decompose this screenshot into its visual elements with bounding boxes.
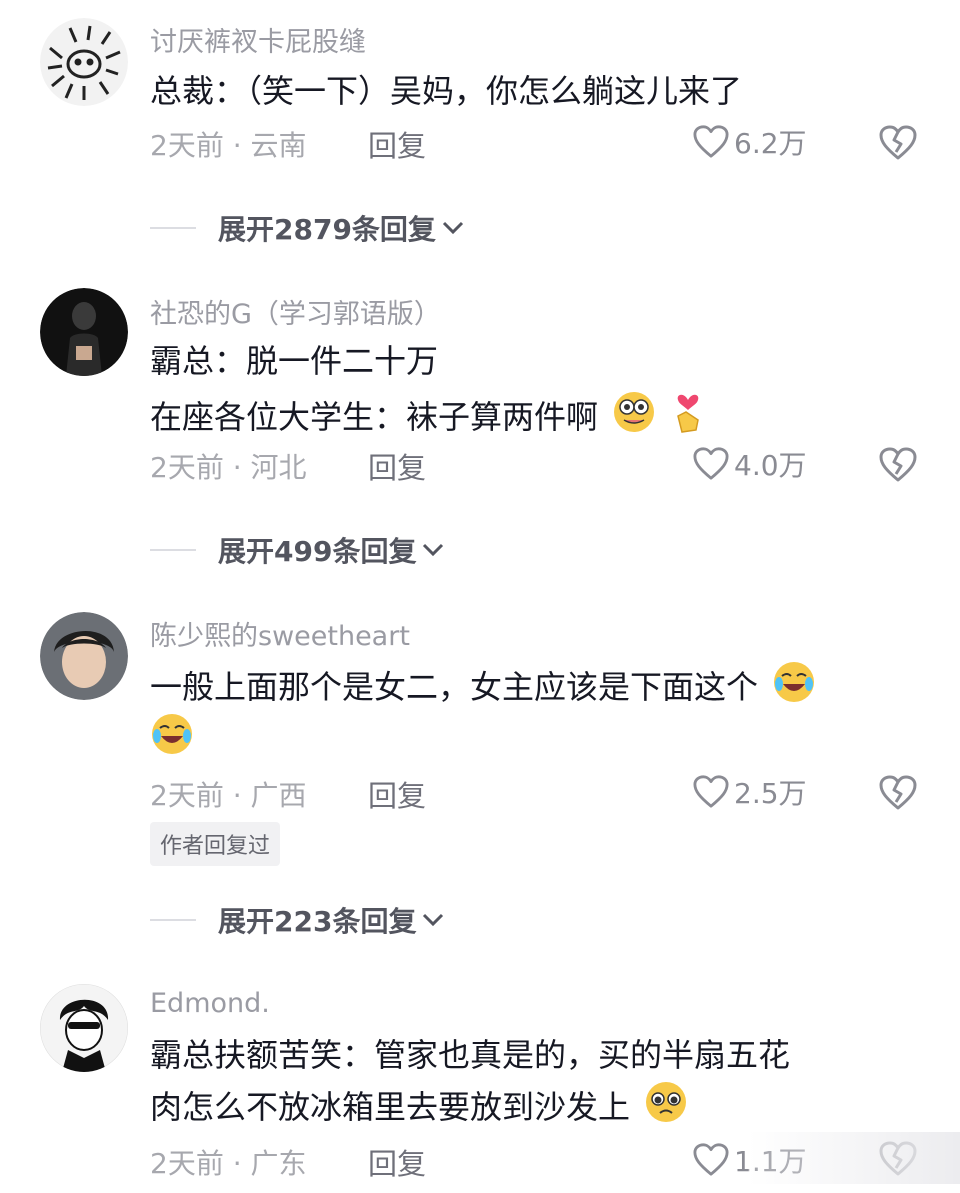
avatar[interactable] (40, 18, 128, 106)
comment-text: 霸总扶额苦笑：管家也真是的，买的半扇五花 (150, 1028, 790, 1082)
expand-replies-button[interactable]: 展开2879条回复 (150, 208, 464, 248)
comment-line: 在座各位大学生：袜子算两件啊 (150, 398, 599, 436)
silly-face-emoji-icon (614, 392, 655, 432)
chevron-down-icon (442, 221, 463, 235)
broken-heart-icon[interactable] (878, 774, 918, 812)
time-location: 2天前 · 河北 (150, 451, 307, 484)
time-location: 2天前 · 广西 (150, 779, 307, 812)
pleading-face-emoji-icon (646, 1082, 687, 1122)
heart-outline-icon (693, 775, 729, 808)
chevron-down-icon (423, 913, 444, 927)
expand-label: 展开499条回复 (218, 535, 417, 568)
broken-heart-icon[interactable] (878, 124, 918, 162)
divider-line (150, 227, 196, 229)
broken-heart-icon[interactable] (878, 446, 918, 484)
time-location: 2天前 · 云南 (150, 129, 307, 162)
finger-heart-emoji-icon (677, 394, 700, 433)
divider-line (150, 549, 196, 551)
username[interactable]: 社恐的G（学习郭语版） (150, 292, 441, 331)
reply-button[interactable]: 回复 (368, 773, 426, 815)
expand-label: 展开2879条回复 (218, 213, 436, 246)
comment-text-line-2: 肉怎么不放冰箱里去要放到沙发上 (150, 1080, 688, 1134)
comment-line: 肉怎么不放冰箱里去要放到沙发上 (150, 1088, 631, 1126)
comment-line: 总裁：（笑一下）吴妈，你怎么躺这儿来了 (150, 72, 743, 110)
heart-outline-icon (693, 125, 729, 158)
comment-text: 一般上面那个是女二，女主应该是下面这个 (150, 660, 816, 714)
avatar[interactable] (40, 288, 128, 376)
comment-text: 霸总：脱一件二十万 (150, 334, 438, 388)
author-replied-badge: 作者回复过 (150, 822, 281, 866)
time-location: 2天前 · 广东 (150, 1147, 307, 1180)
expand-replies-button[interactable]: 展开499条回复 (150, 530, 444, 570)
username[interactable]: Edmond. (150, 988, 270, 1019)
reply-button[interactable]: 回复 (368, 1141, 426, 1183)
expand-replies-button[interactable]: 展开223条回复 (150, 900, 444, 940)
comment-text: 总裁：（笑一下）吴妈，你怎么躺这儿来了 (150, 64, 742, 118)
avatar[interactable] (40, 612, 128, 700)
comment-text-line-2: 在座各位大学生：袜子算两件啊 (150, 386, 706, 444)
like-button[interactable]: 4.0万 (692, 444, 807, 484)
chevron-down-icon (423, 543, 444, 557)
like-button[interactable]: 6.2万 (692, 122, 807, 162)
watermark-overlay (748, 1132, 960, 1184)
comment-line: 霸总扶额苦笑：管家也真是的，买的半扇五花 (150, 1036, 791, 1074)
comment-text-line-2 (150, 712, 194, 766)
like-button[interactable]: 2.5万 (692, 772, 807, 812)
reply-button[interactable]: 回复 (368, 123, 426, 165)
divider-line (150, 919, 196, 921)
username[interactable]: 陈少熙的sweetheart (150, 614, 410, 653)
tears-of-joy-emoji-icon (152, 714, 192, 754)
reply-button[interactable]: 回复 (368, 445, 426, 487)
comment-line: 一般上面那个是女二，女主应该是下面这个 (150, 668, 759, 706)
comment-line: 霸总：脱一件二十万 (150, 342, 439, 380)
heart-outline-icon (693, 1143, 729, 1176)
username[interactable]: 讨厌裤衩卡屁股缝 (150, 20, 366, 59)
like-count: 2.5万 (734, 777, 807, 810)
avatar[interactable] (40, 984, 128, 1072)
heart-outline-icon (693, 447, 729, 480)
like-count: 4.0万 (734, 449, 807, 482)
like-count: 6.2万 (734, 127, 807, 160)
tears-of-joy-emoji-icon (774, 662, 815, 702)
expand-label: 展开223条回复 (218, 905, 417, 938)
